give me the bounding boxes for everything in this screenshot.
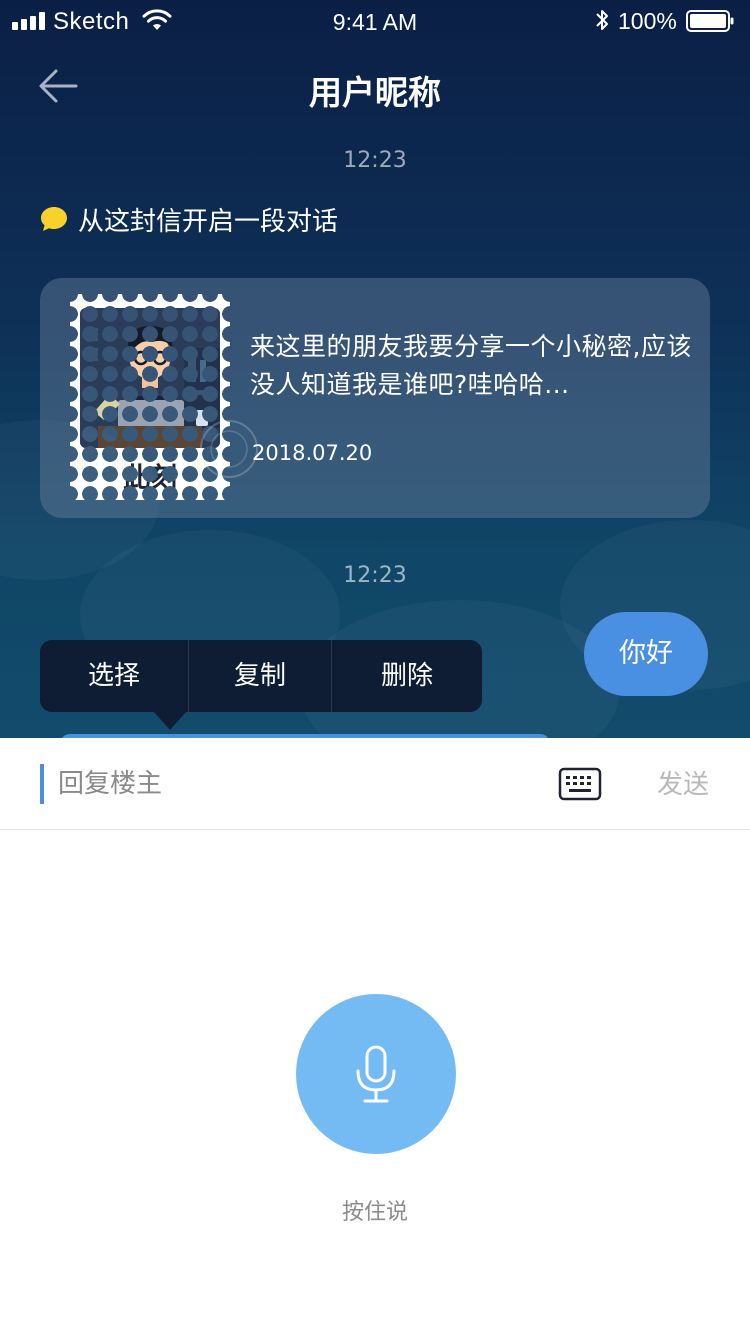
status-bar: Sketch 9:41 AM 100% (0, 0, 750, 44)
menu-item-copy[interactable]: 复制 (188, 640, 331, 712)
sent-message-text: 你好 (619, 638, 673, 669)
sent-message-bubble[interactable]: 你好 (584, 612, 708, 696)
input-caret (40, 764, 44, 804)
menu-item-select[interactable]: 选择 (40, 640, 188, 712)
send-button[interactable]: 发送 (648, 764, 718, 801)
hold-to-talk-label: 按住说 (341, 1200, 408, 1225)
bluetooth-icon (596, 10, 608, 30)
letter-card[interactable]: 此刻 来这里的朋友我要分享一个小秘密,应该没人知道我是谁吧?哇哈哈... 201… (40, 278, 710, 518)
reply-input[interactable] (58, 756, 528, 812)
page-title: 用户昵称 (309, 73, 441, 112)
hold-to-talk-button[interactable] (296, 994, 456, 1154)
menu-item-delete[interactable]: 删除 (331, 640, 482, 712)
microphone-icon (356, 1045, 396, 1103)
intro-text: 从这封信开启一段对话 (78, 207, 339, 237)
context-menu: 选择 复制 删除 (40, 640, 482, 712)
battery-icon (686, 10, 734, 32)
letter-excerpt: 来这里的朋友我要分享一个小秘密,应该没人知道我是谁吧?哇哈哈... (250, 332, 692, 399)
reply-bar: 发送 (0, 738, 750, 830)
message-timestamp: 12:23 (343, 563, 407, 588)
letter-date: 2018.07.20 (252, 441, 373, 465)
keyboard-icon[interactable] (558, 766, 602, 802)
speech-bubble-icon (41, 207, 67, 231)
navigation-bar: 用户昵称 (0, 44, 750, 132)
postmark-icon (200, 420, 258, 478)
battery-percentage: 100% (618, 8, 677, 34)
context-menu-pointer (154, 712, 186, 730)
input-panel: 发送 按住说 (0, 738, 750, 1334)
message-timestamp: 12:23 (343, 148, 407, 173)
